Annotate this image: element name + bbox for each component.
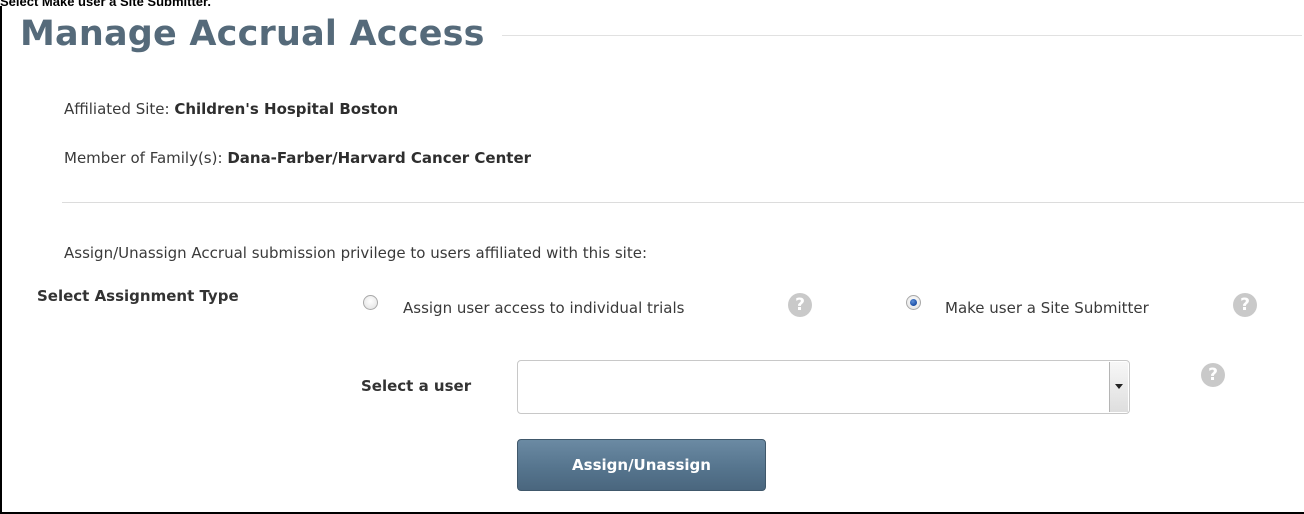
section-divider (62, 202, 1304, 203)
family-value: Dana-Farber/Harvard Cancer Center (227, 149, 532, 167)
title-divider (502, 35, 1302, 36)
affiliated-site-value: Children's Hospital Boston (174, 100, 399, 118)
family-label: Member of Family(s): (64, 149, 228, 167)
help-icon[interactable]: ? (1201, 363, 1225, 387)
radio-site-submitter[interactable] (906, 295, 921, 310)
select-user-label: Select a user (361, 377, 472, 395)
assign-unassign-button[interactable]: Assign/Unassign (517, 439, 766, 491)
radio-individual-trials-label[interactable]: Assign user access to individual trials (403, 299, 684, 317)
content-frame: Manage Accrual Access Affiliated Site: C… (0, 6, 1304, 514)
assignment-type-label: Select Assignment Type (37, 287, 239, 305)
radio-individual-trials[interactable] (363, 295, 378, 310)
help-icon[interactable]: ? (788, 293, 812, 317)
help-icon[interactable]: ? (1233, 293, 1257, 317)
user-select[interactable] (517, 360, 1130, 414)
page-title: Manage Accrual Access (20, 14, 485, 54)
instruction-text: Assign/Unassign Accrual submission privi… (64, 244, 648, 262)
affiliated-site-line: Affiliated Site: Children's Hospital Bos… (64, 100, 398, 118)
family-line: Member of Family(s): Dana-Farber/Harvard… (64, 149, 531, 167)
radio-site-submitter-label[interactable]: Make user a Site Submitter (945, 299, 1149, 317)
affiliated-site-label: Affiliated Site: (64, 100, 175, 118)
chevron-down-icon[interactable] (1109, 362, 1128, 412)
